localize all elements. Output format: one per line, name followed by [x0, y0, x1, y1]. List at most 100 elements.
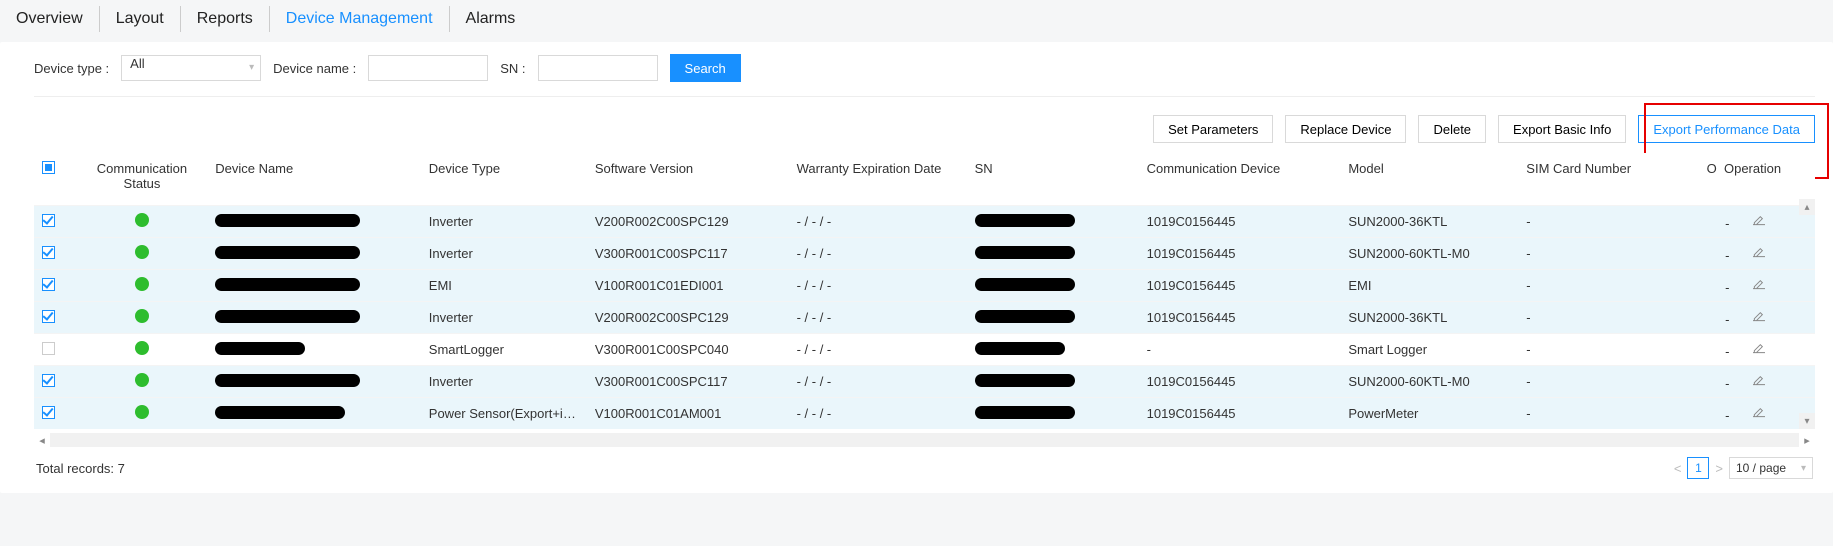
sim-cell: -	[1518, 238, 1698, 270]
row-checkbox[interactable]	[42, 214, 55, 227]
table-row: InverterV300R001C00SPC117- / - / - 1019C0…	[34, 366, 1815, 398]
status-dot-icon	[135, 213, 149, 227]
edit-icon[interactable]	[1751, 244, 1767, 260]
table-row: InverterV200R002C00SPC129- / - / -1019C0…	[34, 206, 1815, 238]
model-cell: PowerMeter	[1340, 398, 1518, 430]
warranty-cell: - / - / -	[789, 334, 967, 366]
delete-button[interactable]: Delete	[1418, 115, 1486, 143]
model-cell: EMI	[1340, 270, 1518, 302]
device-name-label: Device name :	[273, 61, 356, 76]
comm-device-cell: -	[1139, 334, 1341, 366]
device-name-redacted	[215, 246, 360, 259]
model-cell: SUN2000-60KTL-M0	[1340, 238, 1518, 270]
sim-cell: -	[1518, 206, 1698, 238]
device-type-select[interactable]: All ▾	[121, 55, 261, 81]
comm-device-cell: 1019C0156445	[1139, 366, 1341, 398]
edit-icon[interactable]	[1751, 404, 1767, 420]
edit-icon[interactable]	[1751, 340, 1767, 356]
tab-layout[interactable]: Layout	[100, 6, 181, 32]
edit-icon[interactable]	[1751, 212, 1767, 228]
sn-redacted	[975, 374, 1075, 387]
comm-device-cell: 1019C0156445	[1139, 398, 1341, 430]
col-comm-status: Communication Status	[85, 161, 200, 191]
col-sim: SIM Card Number	[1518, 153, 1698, 206]
device-type-cell: Inverter	[421, 366, 587, 398]
replace-device-button[interactable]: Replace Device	[1285, 115, 1406, 143]
software-version-cell: V100R001C01AM001	[587, 398, 789, 430]
device-type-cell: Inverter	[421, 206, 587, 238]
col-op-clip: O	[1707, 161, 1717, 176]
tab-device-management[interactable]: Device Management	[270, 6, 450, 32]
table-row: InverterV200R002C00SPC129- / - / -1019C0…	[34, 302, 1815, 334]
warranty-cell: - / - / -	[789, 366, 967, 398]
row-checkbox[interactable]	[42, 278, 55, 291]
search-button[interactable]: Search	[670, 54, 741, 82]
table-row: InverterV300R001C00SPC117- / - / -1019C0…	[34, 238, 1815, 270]
row-checkbox[interactable]	[42, 374, 55, 387]
table-row: Power Sensor(Export+im...V100R001C01AM00…	[34, 398, 1815, 430]
model-cell: SUN2000-36KTL	[1340, 206, 1518, 238]
scroll-right-icon[interactable]: ▸	[1799, 434, 1815, 447]
device-name-redacted	[215, 278, 360, 291]
col-device-name: Device Name	[207, 153, 421, 206]
status-dot-icon	[135, 373, 149, 387]
device-type-cell: Inverter	[421, 302, 587, 334]
scrollbar-track[interactable]	[50, 433, 1799, 447]
software-version-cell: V300R001C00SPC117	[587, 366, 789, 398]
top-tabs: Overview Layout Reports Device Managemen…	[0, 0, 1833, 42]
set-parameters-button[interactable]: Set Parameters	[1153, 115, 1273, 143]
status-dot-icon	[135, 405, 149, 419]
warranty-cell: - / - / -	[789, 302, 967, 334]
export-basic-info-button[interactable]: Export Basic Info	[1498, 115, 1626, 143]
sn-redacted	[975, 342, 1065, 355]
status-dot-icon	[135, 309, 149, 323]
chevron-down-icon: ▾	[1801, 463, 1806, 474]
edit-icon[interactable]	[1751, 372, 1767, 388]
tab-overview[interactable]: Overview	[0, 6, 100, 32]
sim-cell: -	[1518, 270, 1698, 302]
col-device-type: Device Type	[421, 153, 587, 206]
sn-redacted	[975, 278, 1075, 291]
comm-device-cell: 1019C0156445	[1139, 270, 1341, 302]
device-name-redacted	[215, 342, 305, 355]
sim-cell: -	[1518, 334, 1698, 366]
sn-redacted	[975, 310, 1075, 323]
col-sn: SN	[967, 153, 1139, 206]
row-checkbox[interactable]	[42, 406, 55, 419]
col-software-version: Software Version	[587, 153, 789, 206]
chevron-down-icon: ▾	[249, 62, 254, 73]
next-page-icon[interactable]: >	[1715, 461, 1723, 476]
per-page-select[interactable]: 10 / page ▾	[1729, 457, 1813, 479]
scroll-down-icon[interactable]: ▾	[1799, 413, 1815, 429]
tab-alarms[interactable]: Alarms	[450, 6, 532, 32]
row-checkbox[interactable]	[42, 342, 55, 355]
software-version-cell: V300R001C00SPC117	[587, 238, 789, 270]
sn-input[interactable]	[538, 55, 658, 81]
software-version-cell: V200R002C00SPC129	[587, 206, 789, 238]
row-checkbox[interactable]	[42, 246, 55, 259]
sim-cell: -	[1518, 398, 1698, 430]
tab-reports[interactable]: Reports	[181, 6, 270, 32]
scroll-up-icon[interactable]: ▴	[1799, 199, 1815, 215]
sn-redacted	[975, 214, 1075, 227]
row-checkbox[interactable]	[42, 310, 55, 323]
horizontal-scrollbar[interactable]: ◂ ▸	[34, 433, 1815, 447]
software-version-cell: V300R001C00SPC040	[587, 334, 789, 366]
device-name-input[interactable]	[368, 55, 488, 81]
prev-page-icon[interactable]: <	[1674, 461, 1682, 476]
total-records: Total records: 7	[36, 461, 125, 476]
export-performance-data-button[interactable]: Export Performance Data	[1638, 115, 1815, 143]
page-number[interactable]: 1	[1687, 457, 1709, 479]
edit-icon[interactable]	[1751, 308, 1767, 324]
scroll-left-icon[interactable]: ◂	[34, 434, 50, 447]
warranty-cell: - / - / -	[789, 238, 967, 270]
edit-icon[interactable]	[1751, 276, 1767, 292]
sim-cell: -	[1518, 366, 1698, 398]
device-type-cell: SmartLogger	[421, 334, 587, 366]
device-name-redacted	[215, 214, 360, 227]
main-panel: Device type : All ▾ Device name : SN : S…	[0, 42, 1833, 493]
col-warranty: Warranty Expiration Date	[789, 153, 967, 206]
comm-device-cell: 1019C0156445	[1139, 302, 1341, 334]
pager: < 1 > 10 / page ▾	[1674, 457, 1813, 479]
select-all-checkbox[interactable]	[42, 161, 55, 174]
